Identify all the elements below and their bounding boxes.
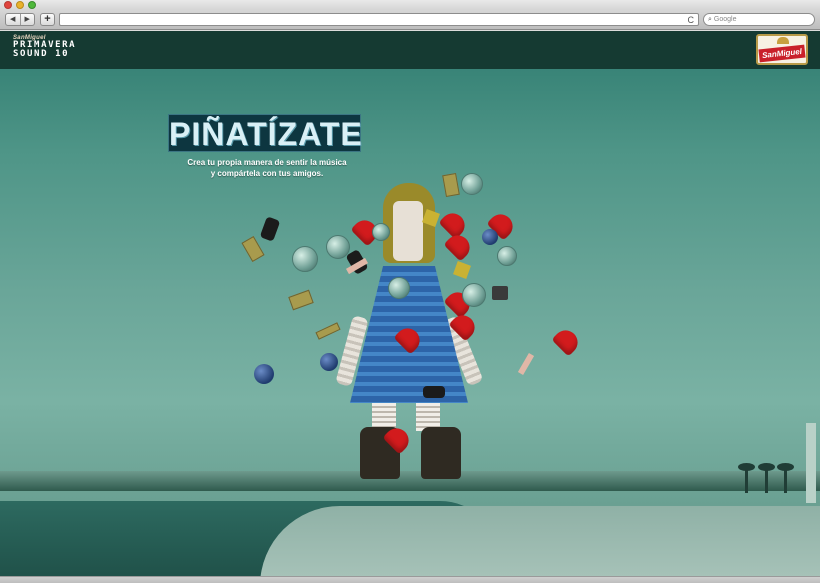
close-window-button[interactable] — [4, 1, 12, 9]
page-content: SanMiguel PRIMAVERA SOUND 10 SanMiguel P… — [0, 31, 820, 576]
search-placeholder: Google — [713, 16, 737, 23]
disco-ball-icon[interactable] — [388, 277, 410, 299]
palm-tree — [777, 463, 794, 493]
search-icon: ⌕ — [708, 16, 712, 23]
pinata-face — [393, 201, 423, 261]
cassette-icon[interactable] — [315, 322, 341, 340]
cassette-icon[interactable] — [241, 235, 265, 263]
status-bar — [0, 576, 820, 583]
page-subtitle: Crea tu propia manera de sentir la músic… — [152, 157, 382, 179]
sneaker-icon[interactable] — [423, 386, 445, 398]
camera-icon[interactable] — [492, 286, 508, 300]
beach — [260, 506, 820, 576]
disco-ball-icon[interactable] — [497, 246, 517, 266]
palm-tree — [738, 463, 755, 493]
disco-ball-icon[interactable] — [461, 173, 483, 195]
search-input[interactable]: ⌕ Google — [703, 13, 815, 26]
globe-icon[interactable] — [254, 364, 274, 384]
disco-ball-icon[interactable] — [462, 283, 486, 307]
browser-toolbar: ◀ ▶ + C ⌕ Google — [0, 10, 820, 30]
san-miguel-badge-logo[interactable]: SanMiguel — [756, 34, 808, 65]
horizon — [0, 471, 820, 491]
subtitle-line-1: Crea tu propia manera de sentir la músic… — [187, 158, 347, 167]
url-bar[interactable]: C — [59, 13, 699, 26]
window-titlebar — [0, 0, 820, 10]
zoom-window-button[interactable] — [28, 1, 36, 9]
badge-text: SanMiguel — [758, 44, 806, 63]
subtitle-line-2: y compártela con tus amigos. — [210, 169, 324, 178]
disco-ball-icon[interactable] — [292, 246, 318, 272]
disco-ball-icon[interactable] — [372, 223, 390, 241]
pinata-boot — [421, 427, 461, 479]
globe-icon[interactable] — [320, 353, 338, 371]
heart-icon[interactable] — [443, 230, 475, 262]
reload-icon[interactable]: C — [688, 14, 695, 26]
heart-icon[interactable] — [551, 325, 583, 357]
add-tab-icon[interactable]: + — [40, 13, 55, 26]
back-icon[interactable]: ◀ — [6, 14, 20, 25]
page-title: PIÑATÍZATE — [168, 114, 363, 152]
site-header: SanMiguel PRIMAVERA SOUND 10 SanMiguel — [0, 31, 820, 69]
palm-tree — [758, 463, 775, 493]
minimize-window-button[interactable] — [16, 1, 24, 9]
plaster-icon[interactable] — [517, 352, 535, 376]
nav-buttons: ◀ ▶ — [5, 13, 35, 26]
primavera-sound-logo[interactable]: SanMiguel PRIMAVERA SOUND 10 — [13, 35, 76, 59]
crest-icon — [777, 37, 789, 44]
block-icon[interactable] — [453, 261, 471, 279]
forward-icon[interactable]: ▶ — [19, 14, 35, 25]
globe-icon[interactable] — [482, 229, 498, 245]
cassette-icon[interactable] — [442, 172, 460, 198]
logo-line-2: SOUND 10 — [13, 49, 70, 59]
cassette-icon[interactable] — [288, 289, 314, 311]
lighthouse-tower — [806, 423, 816, 503]
sneaker-icon[interactable] — [259, 216, 281, 242]
